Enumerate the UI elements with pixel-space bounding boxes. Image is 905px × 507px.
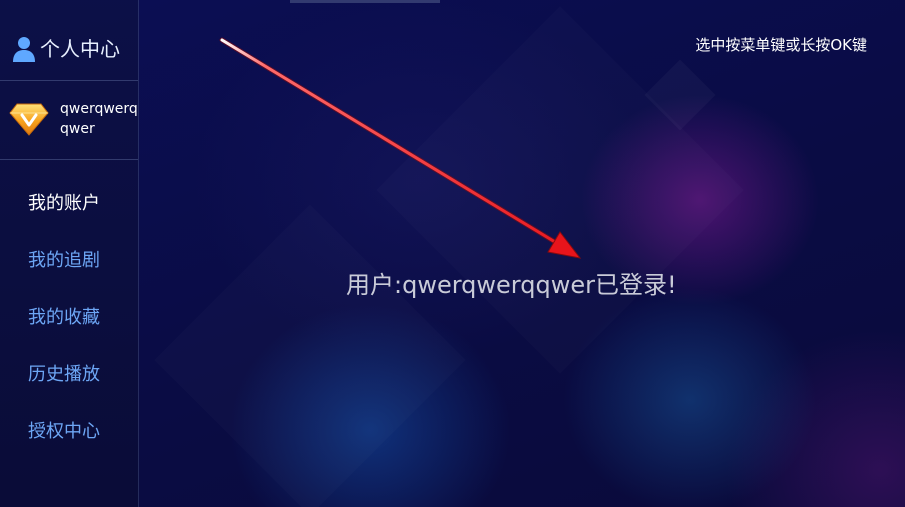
menu-item-authorization[interactable]: 授权中心 xyxy=(0,403,138,460)
screen: 个人中心 qwerqwerqqwer 我的账户 我的追剧 我的收藏 历史播放 授… xyxy=(0,0,905,507)
login-status-message: 用户:qwerqwerqqwer已登录! xyxy=(346,271,677,299)
menu-item-history[interactable]: 历史播放 xyxy=(0,346,138,403)
menu-hint: 选中按菜单键或长按OK键 xyxy=(695,36,867,54)
sidebar-title: 个人中心 xyxy=(40,37,120,61)
sidebar-header: 个人中心 xyxy=(0,0,138,81)
top-edge-bar xyxy=(290,0,440,3)
user-info[interactable]: qwerqwerqqwer xyxy=(0,81,138,160)
vip-diamond-icon xyxy=(9,103,49,136)
menu-item-my-favorites[interactable]: 我的收藏 xyxy=(0,289,138,346)
menu-item-my-following[interactable]: 我的追剧 xyxy=(0,232,138,289)
menu-item-my-account[interactable]: 我的账户 xyxy=(0,175,138,232)
sidebar: 个人中心 qwerqwerqqwer 我的账户 我的追剧 我的收藏 历史播放 授… xyxy=(0,0,139,507)
person-icon xyxy=(13,37,35,62)
user-name: qwerqwerqqwer xyxy=(60,101,138,137)
sidebar-menu: 我的账户 我的追剧 我的收藏 历史播放 授权中心 xyxy=(0,175,138,460)
